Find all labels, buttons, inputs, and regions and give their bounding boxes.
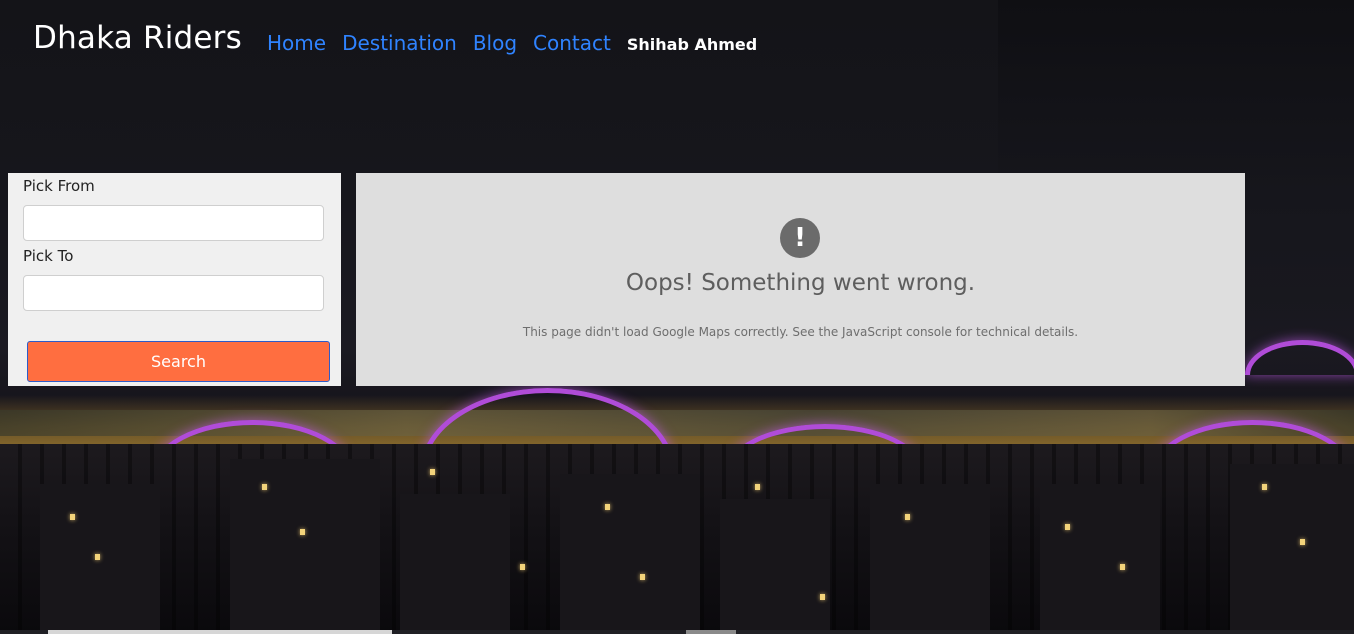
scrollbar-segment <box>48 630 392 634</box>
nav-link-destination[interactable]: Destination <box>342 31 457 55</box>
city-buildings <box>0 444 1354 634</box>
search-button[interactable]: Search <box>27 341 330 382</box>
pick-from-input[interactable] <box>23 205 324 241</box>
pick-from-label: Pick From <box>23 177 95 195</box>
error-icon: ! <box>780 218 820 258</box>
scrollbar-segment <box>686 630 736 634</box>
error-title: Oops! Something went wrong. <box>625 270 976 296</box>
pick-to-input[interactable] <box>23 275 324 311</box>
nav-link-blog[interactable]: Blog <box>473 31 517 55</box>
error-description: This page didn't load Google Maps correc… <box>522 325 1079 339</box>
pick-to-label: Pick To <box>23 247 74 265</box>
nav-link-contact[interactable]: Contact <box>533 31 611 55</box>
nav-link-home[interactable]: Home <box>267 31 326 55</box>
brand-logo[interactable]: Dhaka Riders <box>33 20 242 56</box>
user-name: Shihab Ahmed <box>626 35 758 54</box>
google-map-error: ! Oops! Something went wrong. This page … <box>356 173 1245 386</box>
bottom-scrollbar[interactable] <box>0 630 1354 634</box>
main-navigation: Home Destination Blog Contact Shihab Ahm… <box>267 31 757 55</box>
search-form: Pick From Pick To Search <box>8 173 341 386</box>
